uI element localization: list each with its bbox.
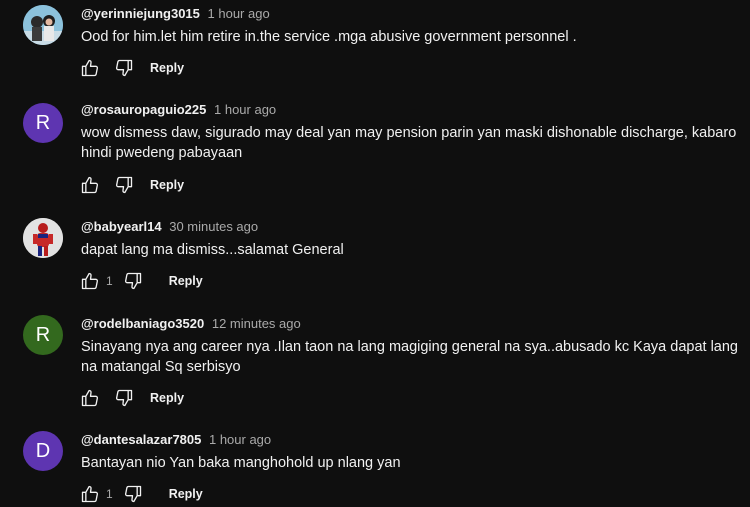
- comment-actions: 1 Reply: [78, 269, 203, 293]
- thumbs-up-icon[interactable]: [78, 173, 102, 197]
- like-count: 1: [106, 274, 113, 288]
- comment-text: dapat lang ma dismiss...salamat General: [81, 242, 344, 258]
- avatar[interactable]: R: [23, 103, 63, 143]
- avatar[interactable]: [23, 5, 63, 45]
- thumbs-down-icon[interactable]: [121, 482, 145, 506]
- comment-author[interactable]: @rosauropaguio225: [81, 102, 206, 117]
- reply-button[interactable]: Reply: [150, 61, 184, 75]
- comment-meta: @dantesalazar7805 1 hour ago: [81, 432, 271, 448]
- comment-time[interactable]: 1 hour ago: [214, 102, 276, 117]
- comment-time[interactable]: 12 minutes ago: [212, 316, 301, 331]
- comment-author[interactable]: @babyearl14: [81, 219, 162, 234]
- thumbs-up-icon[interactable]: [78, 482, 102, 506]
- thumbs-down-icon[interactable]: [112, 56, 136, 80]
- comment-time[interactable]: 30 minutes ago: [169, 219, 258, 234]
- comment-actions: Reply: [78, 56, 184, 80]
- comment-text: Bantayan nio Yan baka manghohold up nlan…: [81, 455, 401, 471]
- comment-actions: Reply: [78, 386, 184, 410]
- reply-button[interactable]: Reply: [150, 178, 184, 192]
- comment-text: Sinayang nya ang career nya .Ilan taon n…: [81, 339, 738, 375]
- thumbs-down-icon[interactable]: [112, 173, 136, 197]
- avatar[interactable]: D: [23, 431, 63, 471]
- thumbs-up-icon[interactable]: [78, 56, 102, 80]
- avatar-letter: R: [35, 323, 51, 346]
- comment-time[interactable]: 1 hour ago: [209, 432, 271, 447]
- comment-actions: Reply: [78, 173, 184, 197]
- reply-button[interactable]: Reply: [169, 487, 203, 501]
- comment-text: Ood for him.let him retire in.the servic…: [81, 29, 577, 45]
- avatar-letter: D: [35, 439, 51, 462]
- reply-button[interactable]: Reply: [150, 391, 184, 405]
- avatar-photo-icon: [23, 5, 63, 45]
- comment-time[interactable]: 1 hour ago: [208, 6, 270, 21]
- comment-text: wow dismess daw, sigurado may deal yan m…: [81, 125, 737, 161]
- thumbs-down-icon[interactable]: [112, 386, 136, 410]
- thumbs-up-icon[interactable]: [78, 269, 102, 293]
- comment-author[interactable]: @dantesalazar7805: [81, 432, 201, 447]
- like-count: 1: [106, 487, 113, 501]
- thumbs-down-icon[interactable]: [121, 269, 145, 293]
- avatar-letter: R: [35, 111, 51, 134]
- comment-meta: @rosauropaguio225 1 hour ago: [81, 102, 276, 118]
- avatar[interactable]: R: [23, 315, 63, 355]
- comment-author[interactable]: @yerinniejung3015: [81, 6, 200, 21]
- comment-actions: 1 Reply: [78, 482, 203, 506]
- comment-author[interactable]: @rodelbaniago3520: [81, 316, 204, 331]
- reply-button[interactable]: Reply: [169, 274, 203, 288]
- avatar-photo-icon: [23, 218, 63, 258]
- comment-meta: @babyearl14 30 minutes ago: [81, 219, 258, 235]
- avatar[interactable]: [23, 218, 63, 258]
- comment-meta: @rodelbaniago3520 12 minutes ago: [81, 316, 301, 332]
- thumbs-up-icon[interactable]: [78, 386, 102, 410]
- comment-meta: @yerinniejung3015 1 hour ago: [81, 6, 270, 22]
